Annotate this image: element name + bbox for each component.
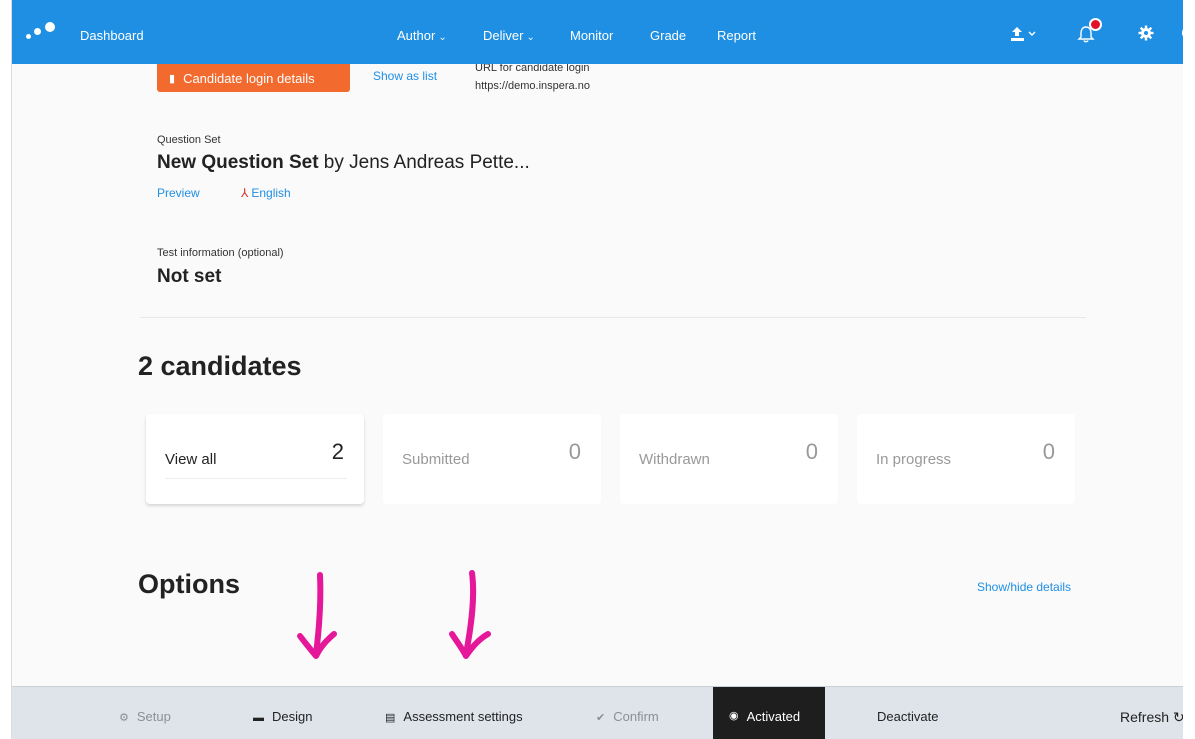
check-icon: ✔ — [596, 712, 606, 724]
candidate-login-details-label: Candidate login details — [183, 70, 315, 86]
annotation-arrow-design — [297, 572, 337, 659]
step-setup-label: Setup — [136, 709, 171, 724]
top-navigation-bar: Dashboard Author ⌄ Deliver ⌄ Monitor Grade… — [12, 0, 1195, 64]
step-confirm-label: Confirm — [613, 709, 659, 724]
step-design[interactable]: ▬ Design — [253, 709, 312, 724]
step-confirm[interactable]: ✔ Confirm — [596, 709, 659, 724]
nav-author[interactable]: Author ⌄ — [397, 28, 447, 43]
question-set-title: New Question Set by Jens Andreas Pette..… — [157, 152, 530, 174]
main-content: ▮ Candidate login details Show as list U… — [12, 62, 1183, 686]
card-label: Withdrawn — [639, 451, 710, 468]
nav-deliver-label: Deliver — [483, 28, 524, 43]
nav-dashboard[interactable]: Dashboard — [80, 28, 144, 43]
card-underline — [165, 478, 347, 479]
candidate-card-submitted[interactable]: Submitted 0 — [383, 414, 601, 504]
document-icon: ▮ — [169, 72, 176, 85]
pdf-icon: ⅄ — [241, 186, 249, 200]
card-label: Submitted — [402, 451, 470, 468]
pdf-english-link[interactable]: ⅄ English — [241, 186, 291, 200]
card-count: 0 — [805, 439, 818, 464]
nav-report[interactable]: Report — [717, 28, 756, 43]
notification-badge — [1089, 18, 1102, 31]
test-information-value: Not set — [157, 266, 222, 287]
card-count: 2 — [331, 439, 344, 464]
nav-author-label: Author — [397, 28, 436, 43]
gear-icon: ⚙ — [119, 712, 129, 724]
upload-icon[interactable] — [1010, 26, 1038, 42]
step-activated[interactable]: ◉ Activated — [713, 687, 825, 739]
question-set-name: New Question Set — [157, 152, 319, 173]
question-set-author: by Jens Andreas Pette... — [318, 152, 530, 173]
radio-dot-icon: ◉ — [729, 710, 739, 722]
pdf-english-label: English — [251, 186, 291, 200]
step-assessment-settings[interactable]: ▤ Assessment settings — [385, 709, 523, 724]
card-label: View all — [165, 451, 217, 468]
step-assessment-settings-label: Assessment settings — [403, 709, 523, 724]
app-logo[interactable] — [26, 22, 60, 42]
workflow-bar: ⚙ Setup ▬ Design ▤ Assessment settings ✔ Con… — [12, 686, 1185, 739]
chevron-down-icon: ⌄ — [438, 32, 447, 43]
nav-monitor[interactable]: Monitor — [570, 28, 613, 43]
refresh-label: Refresh — [1120, 709, 1170, 725]
settings-list-icon: ▤ — [385, 712, 396, 724]
step-setup[interactable]: ⚙ Setup — [119, 709, 171, 724]
candidate-card-view-all[interactable]: View all 2 — [146, 414, 364, 504]
window-frame-right — [1183, 0, 1195, 739]
candidate-login-details-button[interactable]: ▮ Candidate login details — [157, 64, 350, 92]
card-label: In progress — [876, 451, 952, 468]
nav-grade[interactable]: Grade — [650, 28, 686, 43]
window-frame-left — [0, 0, 12, 739]
deactivate-button[interactable]: Deactivate — [877, 709, 938, 724]
test-information-label: Test information (optional) — [157, 247, 284, 259]
step-design-label: Design — [272, 709, 313, 724]
login-url-value: https://demo.inspera.no — [475, 80, 590, 92]
question-set-label: Question Set — [157, 134, 221, 146]
candidate-card-withdrawn[interactable]: Withdrawn 0 — [620, 414, 838, 504]
candidate-card-in-progress[interactable]: In progress 0 — [857, 414, 1075, 504]
card-count: 0 — [1042, 439, 1055, 464]
nav-deliver[interactable]: Deliver ⌄ — [483, 28, 535, 43]
candidates-heading: 2 candidates — [138, 351, 302, 381]
question-set-links: Preview ⅄ English — [157, 186, 291, 200]
refresh-button[interactable]: Refresh ↻ — [1120, 709, 1185, 726]
show-as-list-link[interactable]: Show as list — [373, 69, 437, 83]
design-icon: ▬ — [253, 712, 264, 724]
preview-link[interactable]: Preview — [157, 186, 200, 200]
options-heading: Options — [138, 569, 240, 599]
card-count: 0 — [568, 439, 581, 464]
chevron-down-icon: ⌄ — [526, 32, 535, 43]
step-activated-label: Activated — [746, 709, 801, 724]
gear-icon[interactable] — [1138, 25, 1154, 41]
annotation-arrow-assessment — [449, 570, 491, 659]
show-hide-details-link[interactable]: Show/hide details — [977, 580, 1071, 594]
section-divider — [140, 317, 1086, 318]
